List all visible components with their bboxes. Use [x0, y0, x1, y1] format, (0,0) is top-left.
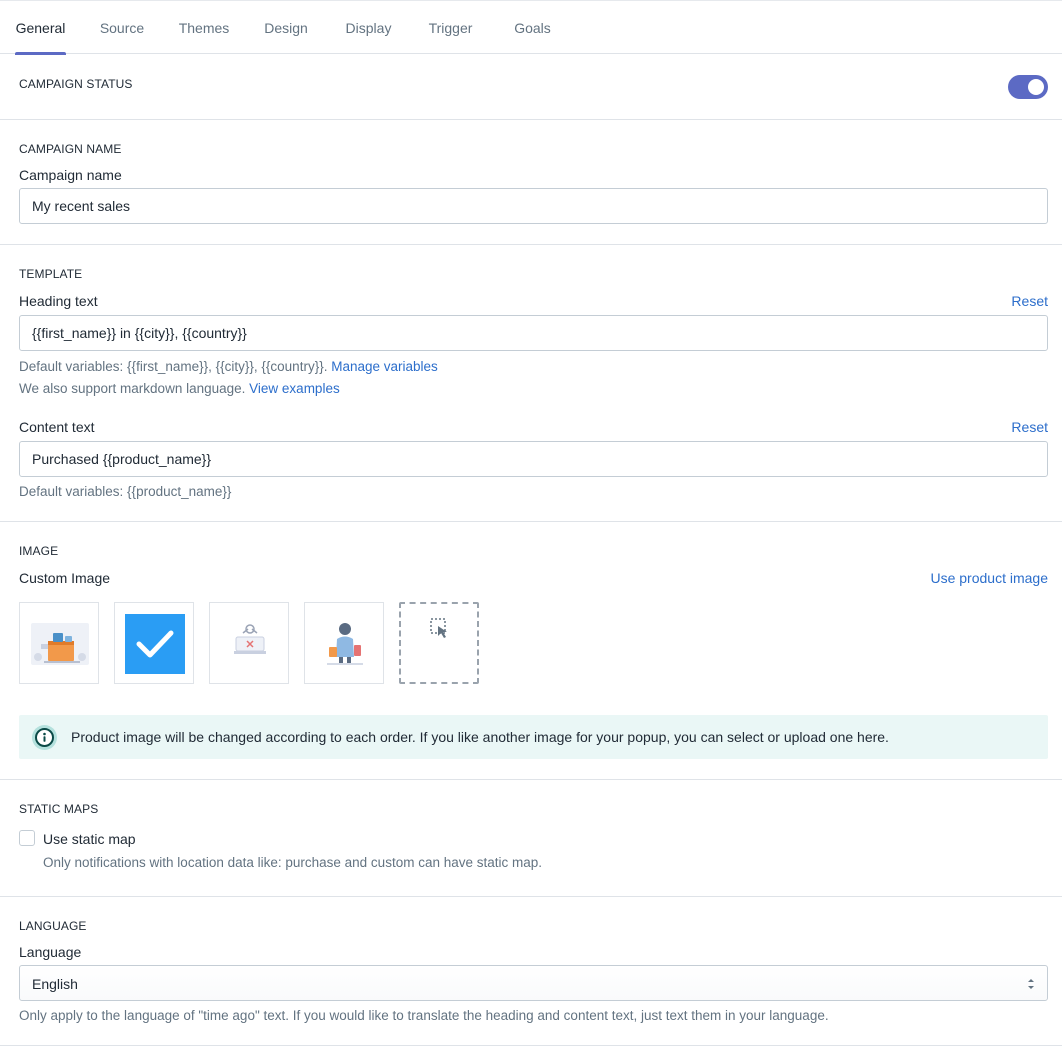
- manage-variables-link[interactable]: Manage variables: [331, 359, 438, 374]
- static-map-help: Only notifications with location data li…: [43, 855, 543, 870]
- image-option-cart[interactable]: [209, 602, 289, 684]
- info-icon: [32, 725, 57, 750]
- campaign-name-section: CAMPAIGN NAME Campaign name My recent sa…: [0, 120, 1062, 245]
- checkmark-icon: [125, 614, 185, 674]
- campaign-name-label: Campaign name: [19, 167, 122, 183]
- language-help: Only apply to the language of "time ago"…: [19, 1008, 829, 1023]
- tab-bar: General Source Themes Design Display Tri…: [0, 0, 1062, 55]
- info-banner: Product image will be changed according …: [19, 715, 1048, 759]
- upload-select-icon: [430, 618, 447, 638]
- select-arrows-icon: [1028, 979, 1034, 989]
- shopper-illustration-icon: [327, 623, 363, 665]
- static-maps-section: STATIC MAPS Use static map Only notifica…: [0, 780, 1062, 897]
- tab-themes[interactable]: Themes: [178, 1, 230, 54]
- content-reset-link[interactable]: Reset: [1011, 419, 1048, 435]
- use-product-image-link[interactable]: Use product image: [930, 570, 1048, 586]
- tab-general[interactable]: General: [15, 1, 66, 55]
- heading-text-input[interactable]: {{first_name}} in {{city}}, {{country}}: [19, 315, 1048, 351]
- markdown-help-prefix: We also support markdown language.: [19, 381, 246, 396]
- campaign-name-input[interactable]: My recent sales: [19, 188, 1048, 224]
- template-section: TEMPLATE Heading text Reset {{first_name…: [0, 245, 1062, 522]
- view-examples-link[interactable]: View examples: [249, 381, 340, 396]
- tab-source[interactable]: Source: [99, 1, 145, 54]
- image-upload-button[interactable]: [399, 602, 479, 684]
- heading-help-prefix: Default variables: {{first_name}}, {{cit…: [19, 359, 328, 374]
- heading-help-text: Default variables: {{first_name}}, {{cit…: [19, 359, 438, 374]
- store-illustration-icon: [31, 623, 89, 665]
- tab-design[interactable]: Design: [263, 1, 309, 54]
- section-title: IMAGE: [19, 544, 59, 558]
- language-select-value: English: [32, 976, 78, 992]
- section-title: STATIC MAPS: [19, 802, 99, 816]
- heading-text-label: Heading text: [19, 293, 98, 309]
- section-title: TEMPLATE: [19, 267, 83, 281]
- toggle-knob: [1028, 79, 1044, 95]
- image-option-checkmark[interactable]: [114, 602, 194, 684]
- use-static-map-checkbox[interactable]: [19, 830, 35, 846]
- tab-display[interactable]: Display: [344, 1, 393, 54]
- custom-image-label: Custom Image: [19, 570, 111, 586]
- image-option-store[interactable]: [19, 602, 99, 684]
- campaign-status-toggle[interactable]: [1008, 75, 1048, 99]
- content-text-label: Content text: [19, 419, 95, 435]
- heading-reset-link[interactable]: Reset: [1011, 293, 1048, 309]
- info-banner-text: Product image will be changed according …: [71, 729, 889, 745]
- use-static-map-label[interactable]: Use static map: [43, 831, 136, 847]
- section-title: CAMPAIGN NAME: [19, 142, 122, 156]
- language-select[interactable]: English: [19, 965, 1048, 1001]
- language-label: Language: [19, 944, 82, 960]
- tab-trigger[interactable]: Trigger: [427, 1, 474, 54]
- image-option-shopper[interactable]: [304, 602, 384, 684]
- markdown-help-text: We also support markdown language. View …: [19, 381, 340, 396]
- content-text-input[interactable]: Purchased {{product_name}}: [19, 441, 1048, 477]
- cart-illustration-icon: [234, 624, 266, 654]
- section-title: CAMPAIGN STATUS: [19, 77, 133, 91]
- campaign-status-section: CAMPAIGN STATUS: [0, 54, 1062, 120]
- content-help-text: Default variables: {{product_name}}: [19, 484, 232, 499]
- tab-goals[interactable]: Goals: [513, 1, 552, 54]
- section-title: LANGUAGE: [19, 919, 87, 933]
